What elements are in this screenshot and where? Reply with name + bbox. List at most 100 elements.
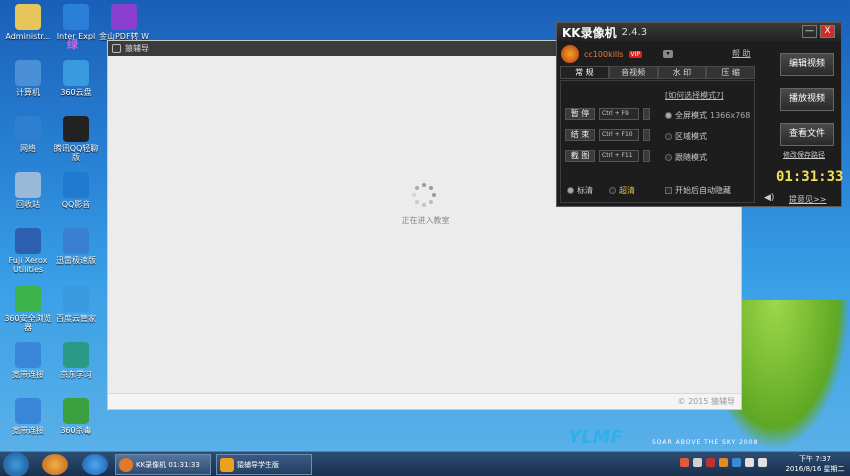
pause-hotkey-dropdown[interactable] xyxy=(643,108,650,120)
desktop-icon[interactable]: 360云盘 xyxy=(50,60,102,97)
mode-fullscreen[interactable]: 全屏模式 1366x768 xyxy=(665,110,750,121)
desktop-icon-label: 360安全浏览器 xyxy=(4,314,52,332)
mode-region-label: 区域模式 xyxy=(675,132,707,141)
settings-panel: [如何选择模式?] 暂 停 Ctrl + F9 结 束 Ctrl + F10 截… xyxy=(560,80,755,203)
quality-hd[interactable]: 超清 xyxy=(609,185,635,196)
desktop-icon-label: 360杀毒 xyxy=(60,426,92,435)
kk-titlebar[interactable]: KK录像机 2.4.3 xyxy=(557,23,841,41)
desktop-icon-label: 回收站 xyxy=(16,200,40,209)
view-files-button[interactable]: 查看文件 xyxy=(780,123,834,146)
quality-standard[interactable]: 标清 xyxy=(567,185,593,196)
radio-icon xyxy=(609,187,616,194)
clock[interactable]: 下午 7:37 2016/8/16 星期二 xyxy=(784,454,846,474)
mode-follow[interactable]: 跟随模式 xyxy=(665,152,707,163)
pause-hotkey-field[interactable]: Ctrl + F9 xyxy=(599,108,639,120)
desktop-icon-label: 宽带连接 xyxy=(12,370,44,379)
desktop-icon[interactable]: 宽带连接 xyxy=(2,342,54,379)
stop-hotkey-dropdown[interactable] xyxy=(643,129,650,141)
taskbar: KK录像机 01:31:33 猿辅导学生版 下午 7:37 2016/8/16 … xyxy=(0,451,850,476)
change-save-path-link[interactable]: 修改保存路径 xyxy=(783,150,825,160)
app-icon xyxy=(63,342,89,368)
app-icon xyxy=(15,4,41,30)
ie-icon[interactable] xyxy=(82,454,108,475)
edit-video-button[interactable]: 编辑视频 xyxy=(780,53,834,76)
desktop-icon[interactable]: 计算机 xyxy=(2,60,54,97)
radio-icon xyxy=(665,154,672,161)
kk-app-icon xyxy=(119,457,133,472)
feedback-link[interactable]: 提意见>> xyxy=(789,194,826,205)
wallpaper-logo: YLMF xyxy=(568,427,623,448)
app-logo-icon xyxy=(112,44,121,53)
app-icon xyxy=(15,286,41,312)
desktop-icon-label: 腾讯QQ轻聊版 xyxy=(53,144,99,162)
help-link[interactable]: 帮 助 xyxy=(732,48,751,59)
desktop-icon[interactable]: Administr... xyxy=(2,4,54,41)
tray-app-icon[interactable] xyxy=(719,458,728,467)
stop-hotkey-field[interactable]: Ctrl + F10 xyxy=(599,129,639,141)
loading-spinner-icon xyxy=(412,183,436,207)
avatar[interactable] xyxy=(561,45,579,63)
start-button[interactable] xyxy=(3,452,29,476)
app-icon xyxy=(63,116,89,142)
vip-badge: VIP xyxy=(628,50,643,58)
chevron-down-icon[interactable]: ▾ xyxy=(663,50,674,58)
copyright: © 2015 猿辅导 xyxy=(108,393,741,409)
screenshot-button[interactable]: 截 图 xyxy=(565,150,595,162)
desktop-icon-label: 迅雷极速版 xyxy=(56,256,96,265)
radio-icon xyxy=(665,112,672,119)
kk-version: 2.4.3 xyxy=(621,26,648,38)
tab-general[interactable]: 常 规 xyxy=(560,66,609,79)
tray-app-icon[interactable] xyxy=(680,458,689,467)
quality-hd-label: 超清 xyxy=(619,186,635,195)
taskbar-item-yuanfudao[interactable]: 猿辅导学生版 xyxy=(216,454,312,475)
pinned-app-icon[interactable] xyxy=(42,454,68,475)
mode-fullscreen-label: 全屏模式 xyxy=(675,111,707,120)
pause-button[interactable]: 暂 停 xyxy=(565,108,595,120)
desktop-icon[interactable]: Fuji Xerox Utilities xyxy=(2,228,54,274)
desktop-icon[interactable]: 京东学习 xyxy=(50,342,102,379)
desktop-icon-label: 网络 xyxy=(20,144,36,153)
user-info: cc100kills VIP ▾ xyxy=(561,45,674,63)
screenshot-hotkey-dropdown[interactable] xyxy=(643,150,650,162)
app-icon xyxy=(63,228,89,254)
desktop-icon[interactable]: 腾讯QQ轻聊版 xyxy=(50,116,102,162)
volume-icon[interactable]: ◀) xyxy=(764,193,774,203)
desktop-icon[interactable]: 迅雷极速版 xyxy=(50,228,102,265)
app-icon xyxy=(63,172,89,198)
desktop-icon[interactable]: 回收站 xyxy=(2,172,54,209)
tab-compress[interactable]: 压 缩 xyxy=(706,66,755,79)
desktop-icon[interactable]: 金山PDF转 W xyxy=(98,4,150,41)
mode-help-link[interactable]: [如何选择模式?] xyxy=(665,90,724,101)
tab-audio-video[interactable]: 音视频 xyxy=(608,66,658,79)
quality-standard-label: 标清 xyxy=(577,186,593,195)
app-icon xyxy=(15,398,41,424)
desktop-icon[interactable]: 宽带连接 xyxy=(2,398,54,435)
desktop-icon[interactable]: QQ影音 xyxy=(50,172,102,209)
desktop-icon-label: 京东学习 xyxy=(60,370,92,379)
close-button[interactable]: X xyxy=(820,25,835,38)
play-video-button[interactable]: 播放视频 xyxy=(780,88,834,111)
desktop-icon-label: 计算机 xyxy=(16,88,40,97)
app-icon xyxy=(63,4,89,30)
tray-app-icon[interactable] xyxy=(732,458,741,467)
mode-region[interactable]: 区域模式 xyxy=(665,131,707,142)
screenshot-hotkey-field[interactable]: Ctrl + F11 xyxy=(599,150,639,162)
loading-text: 正在进入教室 xyxy=(401,216,450,225)
desktop-icon[interactable]: 360安全浏览器 xyxy=(2,286,54,332)
desktop-icon-label: 360云盘 xyxy=(60,88,92,97)
minimize-button[interactable]: — xyxy=(802,25,817,38)
app-icon xyxy=(63,60,89,86)
stop-button[interactable]: 结 束 xyxy=(565,129,595,141)
checkbox-icon xyxy=(665,187,672,194)
desktop-icon[interactable]: 网络 xyxy=(2,116,54,153)
desktop-icon[interactable]: 360杀毒 xyxy=(50,398,102,435)
network-icon[interactable] xyxy=(745,458,754,467)
hotkey-row-pause: 暂 停 Ctrl + F9 xyxy=(565,108,650,120)
tray-app-icon[interactable] xyxy=(693,458,702,467)
taskbar-item-kk[interactable]: KK录像机 01:31:33 xyxy=(115,454,211,475)
tab-watermark[interactable]: 水 印 xyxy=(657,66,707,79)
tray-app-icon[interactable] xyxy=(706,458,715,467)
volume-icon[interactable] xyxy=(758,458,767,467)
desktop-icon[interactable]: 百度云管家 xyxy=(50,286,102,323)
auto-hide-checkbox[interactable]: 开始后自动隐藏 xyxy=(665,185,731,196)
